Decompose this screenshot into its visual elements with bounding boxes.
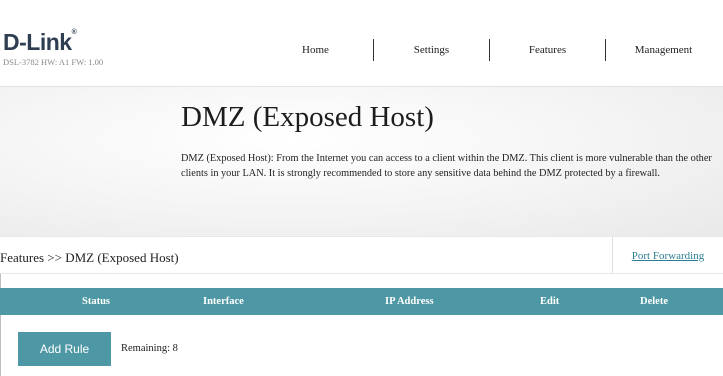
column-header-ip-address: IP Address xyxy=(385,296,434,307)
page-title: DMZ (Exposed Host) xyxy=(181,101,434,133)
rules-table-header: Status Interface IP Address Edit Delete xyxy=(0,288,723,315)
column-header-status: Status xyxy=(82,296,111,307)
hardware-info: DSL-3782 HW: A1 FW: 1.00 xyxy=(3,57,104,67)
remaining-count: Remaining: 8 xyxy=(121,343,178,354)
logo-text: D-Link xyxy=(3,29,72,55)
registered-mark: ® xyxy=(71,29,77,36)
breadcrumb: Features >> DMZ (Exposed Host) xyxy=(0,250,179,265)
add-rule-button[interactable]: Add Rule xyxy=(18,332,111,366)
breadcrumb-bar: Features >> DMZ (Exposed Host) Port Forw… xyxy=(0,236,723,274)
dlink-logo: D-Link® xyxy=(3,29,77,55)
nav-home[interactable]: Home xyxy=(258,38,373,62)
column-header-delete: Delete xyxy=(640,296,668,307)
port-forwarding-link[interactable]: Port Forwarding xyxy=(632,250,704,262)
column-header-interface: Interface xyxy=(203,296,244,307)
nav-management[interactable]: Management xyxy=(606,38,721,62)
nav-settings[interactable]: Settings xyxy=(374,38,489,62)
page-description: DMZ (Exposed Host): From the Internet yo… xyxy=(181,153,712,179)
top-header: D-Link® DSL-3782 HW: A1 FW: 1.00 Home Se… xyxy=(0,0,723,86)
breadcrumb-link-cell: Port Forwarding xyxy=(612,237,723,274)
nav-features[interactable]: Features xyxy=(490,38,605,62)
column-header-edit: Edit xyxy=(540,296,560,307)
main-nav: Home Settings Features Management xyxy=(258,38,721,62)
page-banner: DMZ (Exposed Host) DMZ (Exposed Host): F… xyxy=(0,86,723,236)
